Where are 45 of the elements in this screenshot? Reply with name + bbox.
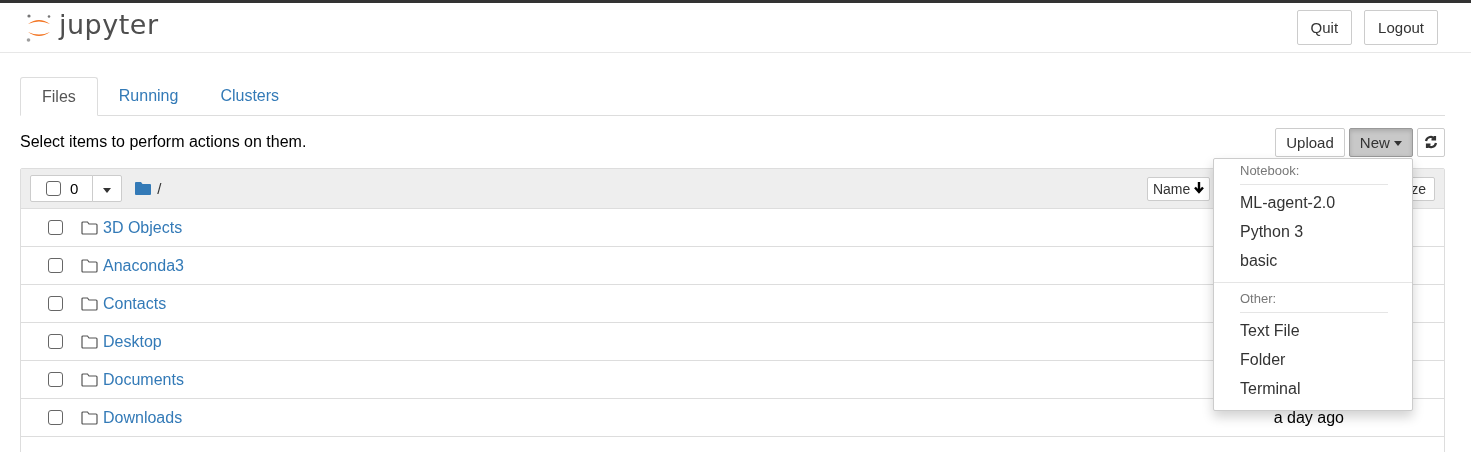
folder-link[interactable]: Desktop: [103, 332, 162, 351]
tab[interactable]: Running: [97, 77, 200, 115]
tab[interactable]: Clusters: [199, 77, 301, 115]
menu-section-title: Notebook:: [1239, 163, 1301, 180]
upload-button[interactable]: Upload: [1275, 127, 1345, 157]
selection-dropdown-button[interactable]: [92, 175, 123, 202]
hint-text: Select items to perform actions on them.: [20, 133, 307, 151]
folder-link[interactable]: 3D Objects: [103, 218, 183, 237]
folder-icon: [81, 220, 98, 235]
folder-link[interactable]: Anaconda3: [103, 256, 184, 275]
refresh-icon[interactable]: [1424, 135, 1438, 149]
menu-section-title: Other:: [1239, 291, 1278, 308]
folder-link[interactable]: Documents: [103, 370, 184, 389]
select-all-control[interactable]: 0: [30, 175, 94, 202]
folder-icon: [135, 182, 152, 195]
sort-name-button[interactable]: Name: [1146, 176, 1211, 201]
path-text: /: [157, 180, 162, 197]
folder-link[interactable]: Contacts: [103, 294, 167, 313]
tab[interactable]: Files: [20, 77, 98, 116]
modified-text: a day ago: [1273, 408, 1344, 427]
folder-icon: [81, 296, 98, 311]
folder-icon: [81, 334, 98, 349]
new-button[interactable]: New: [1348, 127, 1413, 157]
menu-item[interactable]: basic: [1214, 247, 1412, 276]
menu-item[interactable]: Folder: [1214, 346, 1412, 375]
row-checkbox[interactable]: [48, 258, 63, 273]
header-button[interactable]: Quit: [1296, 10, 1353, 45]
row-checkbox[interactable]: [48, 296, 63, 311]
jupyter-logo-icon: [25, 12, 53, 43]
menu-item[interactable]: Python 3: [1214, 218, 1412, 247]
menu-item[interactable]: ML-agent-2.0: [1214, 189, 1412, 218]
row-checkbox[interactable]: [48, 410, 63, 425]
menu-item[interactable]: Terminal: [1214, 375, 1412, 404]
folder-link[interactable]: Downloads: [103, 408, 183, 427]
folder-icon: [81, 410, 98, 425]
refresh-button[interactable]: [1417, 127, 1445, 157]
row-checkbox[interactable]: [48, 372, 63, 387]
menu-item[interactable]: Text File: [1214, 317, 1412, 346]
header-button[interactable]: Logout: [1364, 10, 1438, 45]
row-checkbox[interactable]: [48, 220, 63, 235]
row-checkbox[interactable]: [48, 334, 63, 349]
logo-text: jupyter: [59, 9, 159, 40]
folder-icon: [81, 372, 98, 387]
down-arrow-icon: [1194, 181, 1205, 194]
folder-icon: [81, 258, 98, 273]
